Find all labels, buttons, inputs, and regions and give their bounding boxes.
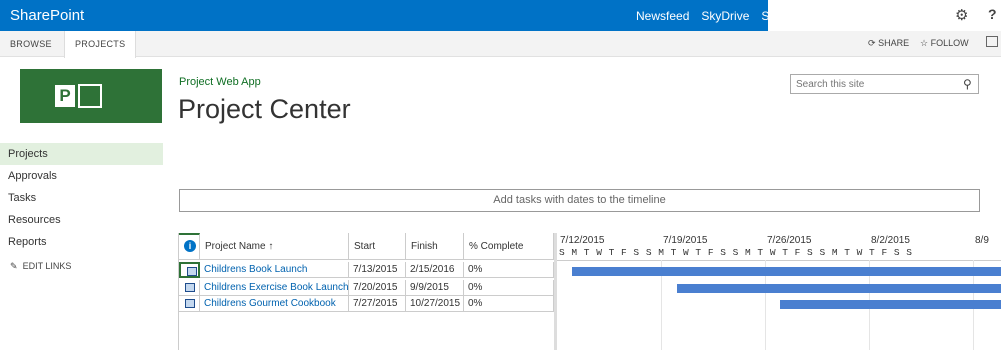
- start-cell[interactable]: 7/13/2015: [349, 262, 406, 278]
- project-name-link[interactable]: Childrens Book Launch: [200, 262, 349, 278]
- gantt-week-label: 8/9: [975, 235, 989, 246]
- share-button[interactable]: ⟳ SHARE: [868, 38, 909, 49]
- start-cell[interactable]: 7/20/2015: [349, 280, 406, 296]
- page-title: Project Center: [178, 94, 351, 124]
- project-logo-letter: P: [55, 85, 75, 107]
- suite-links: Newsfeed SkyDrive Sites: [636, 9, 788, 23]
- indicator-column-header[interactable]: i: [179, 233, 200, 260]
- project-icon: [187, 267, 197, 276]
- search-icon[interactable]: ⚲: [963, 77, 972, 91]
- help-icon[interactable]: ?: [988, 6, 997, 22]
- info-icon: i: [184, 240, 196, 252]
- tab-projects[interactable]: PROJECTS: [64, 31, 137, 58]
- tab-browse[interactable]: BROWSE: [0, 31, 62, 57]
- row-indicator[interactable]: [179, 262, 200, 278]
- nav-item-resources[interactable]: Resources: [0, 209, 163, 231]
- suite-bar: SharePoint Newsfeed SkyDrive Sites: [0, 0, 1001, 31]
- project-logo-mark: [78, 84, 102, 108]
- percent-complete-cell[interactable]: 0%: [464, 262, 554, 278]
- start-cell[interactable]: 7/27/2015: [349, 296, 406, 312]
- site-title-link[interactable]: Project Web App: [179, 76, 261, 88]
- finish-cell[interactable]: 9/9/2015: [406, 280, 464, 296]
- finish-cell[interactable]: 2/15/2016: [406, 262, 464, 278]
- gantt-chart: 7/12/2015 7/19/2015 7/26/2015 8/2/2015 8…: [557, 233, 1001, 350]
- column-header-project-name[interactable]: Project Name ↑: [200, 233, 349, 260]
- nav-item-projects[interactable]: Projects: [0, 143, 163, 165]
- percent-complete-cell[interactable]: 0%: [464, 296, 554, 312]
- follow-label: FOLLOW: [930, 38, 969, 48]
- timeline[interactable]: Add tasks with dates to the timeline: [179, 189, 980, 212]
- project-icon: [185, 283, 195, 292]
- suite-link-skydrive[interactable]: SkyDrive: [701, 9, 749, 23]
- project-name-link[interactable]: Childrens Gourmet Cookbook: [200, 296, 349, 312]
- row-indicator[interactable]: [179, 296, 200, 312]
- gantt-header-divider: [557, 260, 1001, 261]
- nav-item-approvals[interactable]: Approvals: [0, 165, 163, 187]
- project-icon: [185, 299, 195, 308]
- gantt-week-label: 7/19/2015: [663, 235, 708, 246]
- star-icon: ☆: [920, 38, 929, 48]
- gantt-bar[interactable]: [572, 267, 1001, 276]
- nav-item-tasks[interactable]: Tasks: [0, 187, 163, 209]
- follow-button[interactable]: ☆ FOLLOW: [920, 38, 969, 49]
- row-indicator[interactable]: [179, 280, 200, 296]
- ribbon: BROWSE PROJECTS ⟳ SHARE ☆ FOLLOW: [0, 31, 1001, 58]
- grid-left-pane: i Project Name ↑ Start Finish % Complete…: [178, 233, 554, 350]
- project-name-link[interactable]: Childrens Exercise Book Launch: [200, 280, 349, 296]
- gantt-week-label: 7/12/2015: [560, 235, 605, 246]
- project-logo[interactable]: P: [20, 69, 162, 123]
- column-header-percent-complete[interactable]: % Complete: [464, 233, 554, 260]
- edit-links-label: EDIT LINKS: [22, 261, 72, 271]
- quick-launch: Projects Approvals Tasks Resources Repor…: [0, 143, 163, 253]
- gantt-week-label: 8/2/2015: [871, 235, 910, 246]
- column-header-finish[interactable]: Finish: [406, 233, 464, 260]
- pencil-icon: ✎: [10, 261, 18, 271]
- share-label: SHARE: [878, 38, 910, 48]
- nav-item-reports[interactable]: Reports: [0, 231, 163, 253]
- project-grid: i Project Name ↑ Start Finish % Complete…: [178, 233, 1001, 350]
- column-header-start[interactable]: Start: [349, 233, 406, 260]
- percent-complete-cell[interactable]: 0%: [464, 280, 554, 296]
- search-box: ⚲: [790, 74, 979, 94]
- gantt-week-label: 7/26/2015: [767, 235, 812, 246]
- gantt-bar[interactable]: [780, 300, 1001, 309]
- edit-links-button[interactable]: ✎ EDIT LINKS: [10, 261, 71, 272]
- sharepoint-brand-link[interactable]: SharePoint: [10, 7, 84, 24]
- search-input[interactable]: [796, 78, 956, 91]
- gantt-bar[interactable]: [677, 284, 1001, 293]
- suite-link-newsfeed[interactable]: Newsfeed: [636, 9, 689, 23]
- finish-cell[interactable]: 10/27/2015: [406, 296, 464, 312]
- share-icon: ⟳: [868, 38, 876, 48]
- gear-icon[interactable]: ⚙: [955, 6, 968, 24]
- focus-content-icon[interactable]: [986, 36, 998, 47]
- gantt-day-labels: S M T W T F S S M T W T F S S M T W T F …: [559, 247, 913, 258]
